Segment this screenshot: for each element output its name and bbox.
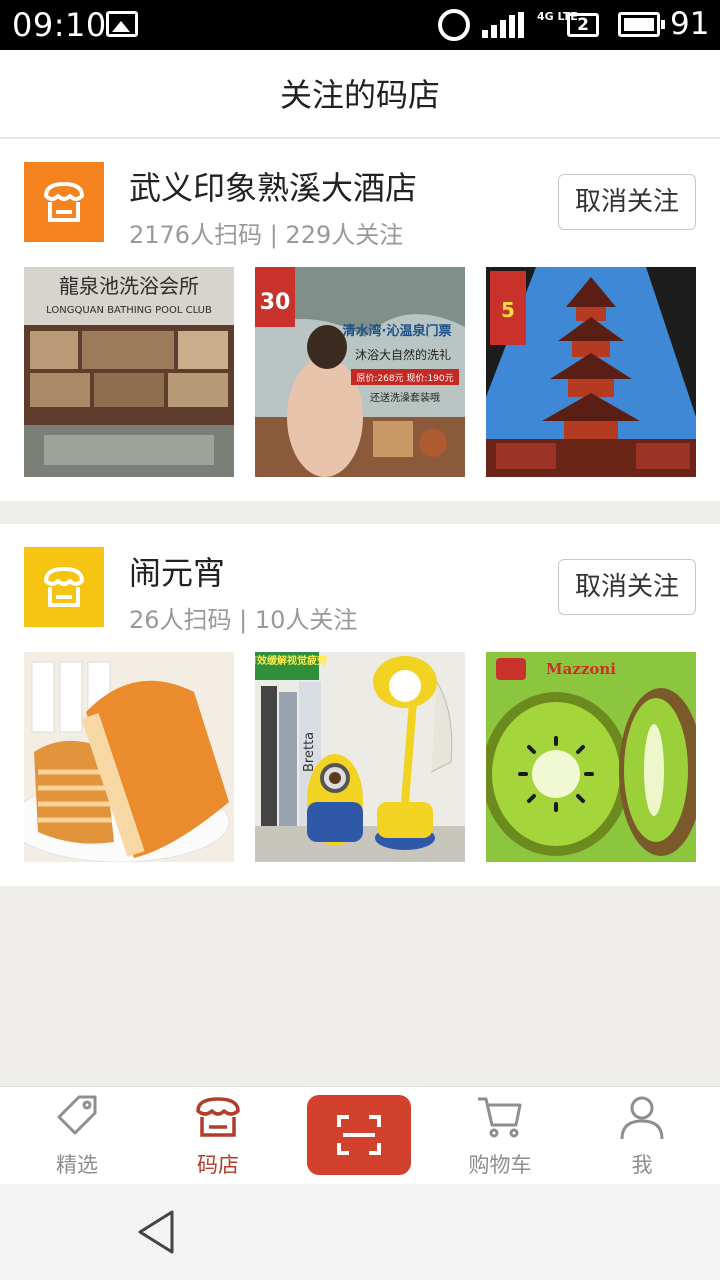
battery-icon bbox=[618, 12, 665, 37]
unfollow-button[interactable]: 取消关注 bbox=[558, 559, 696, 615]
status-bar: 09:10 4G LTE 2 91 bbox=[0, 0, 720, 50]
tab-featured[interactable]: 精选 bbox=[17, 1087, 137, 1185]
product-thumbnail[interactable]: 龍泉池洗浴会所 LONGQUAN BATHING POOL CLUB bbox=[24, 267, 234, 477]
store-icon bbox=[196, 1097, 240, 1137]
product-thumbnail[interactable]: 5 bbox=[486, 267, 696, 477]
tab-label: 我 bbox=[631, 1153, 653, 1177]
store-card[interactable]: 武义印象熟溪大酒店 2176人扫码 | 229人关注 取消关注 龍泉池洗浴会所 … bbox=[0, 139, 720, 501]
store-logo[interactable] bbox=[24, 547, 104, 627]
user-icon bbox=[620, 1096, 664, 1140]
tab-me[interactable]: 我 bbox=[582, 1087, 702, 1185]
store-logo[interactable] bbox=[24, 162, 104, 242]
tab-label: 码店 bbox=[197, 1153, 239, 1177]
tag-icon bbox=[57, 1095, 97, 1135]
store-icon bbox=[44, 182, 84, 222]
store-stats: 2176人扫码 | 229人关注 bbox=[129, 221, 404, 249]
thumb-book: Bretta bbox=[302, 732, 317, 772]
store-name[interactable]: 闹元宵 bbox=[129, 548, 225, 594]
scan-icon bbox=[337, 1115, 381, 1155]
product-thumbnail[interactable]: Mazzoni bbox=[486, 652, 696, 862]
image-notification-icon bbox=[106, 11, 138, 37]
thumb-badge: 5 bbox=[501, 298, 515, 322]
thumb-line: 沐浴大自然的洗礼 bbox=[355, 347, 451, 362]
store-icon bbox=[44, 567, 84, 607]
thumb-title: 龍泉池洗浴会所 bbox=[59, 274, 199, 298]
signal-icon bbox=[482, 12, 536, 38]
system-navigation-bar bbox=[0, 1184, 720, 1280]
cart-icon bbox=[478, 1097, 522, 1138]
thumb-tag: 有效缓解视觉疲劳 bbox=[255, 654, 327, 667]
bottom-tab-bar: 精选 码店 购物车 我 bbox=[0, 1086, 720, 1184]
scan-button[interactable] bbox=[307, 1095, 411, 1175]
thumb-price: 原价:268元 现价:190元 bbox=[356, 373, 453, 384]
thumb-brand: Mazzoni bbox=[546, 660, 616, 678]
status-time: 09:10 bbox=[12, 6, 107, 44]
thumb-extra: 还送洗澡套装哦 bbox=[370, 391, 440, 404]
unfollow-button[interactable]: 取消关注 bbox=[558, 174, 696, 230]
store-name[interactable]: 武义印象熟溪大酒店 bbox=[129, 163, 417, 209]
thumb-badge: 30 bbox=[260, 290, 291, 315]
page-title: 关注的码店 bbox=[0, 50, 720, 138]
product-thumbnail[interactable] bbox=[24, 652, 234, 862]
battery-level: 91 bbox=[670, 6, 710, 42]
alarm-icon bbox=[438, 9, 470, 41]
tab-label: 精选 bbox=[56, 1153, 98, 1177]
back-icon[interactable] bbox=[134, 1208, 178, 1256]
thumb-subtitle: LONGQUAN BATHING POOL CLUB bbox=[46, 305, 212, 316]
product-thumbnail[interactable]: 有效缓解视觉疲劳 Bretta bbox=[255, 652, 465, 862]
thumb-headline: 清水湾·沁温泉门票 bbox=[343, 323, 452, 339]
store-card[interactable]: 闹元宵 26人扫码 | 10人关注 取消关注 有效缓解视觉疲劳 Bretta M… bbox=[0, 524, 720, 886]
tab-label: 购物车 bbox=[468, 1153, 532, 1177]
tab-store[interactable]: 码店 bbox=[158, 1087, 278, 1185]
sim-icon: 2 bbox=[567, 13, 599, 37]
tab-cart[interactable]: 购物车 bbox=[440, 1087, 560, 1185]
product-thumbnail[interactable]: 30 清水湾·沁温泉门票 沐浴大自然的洗礼 原价:268元 现价:190元 还送… bbox=[255, 267, 465, 477]
store-stats: 26人扫码 | 10人关注 bbox=[129, 606, 358, 634]
